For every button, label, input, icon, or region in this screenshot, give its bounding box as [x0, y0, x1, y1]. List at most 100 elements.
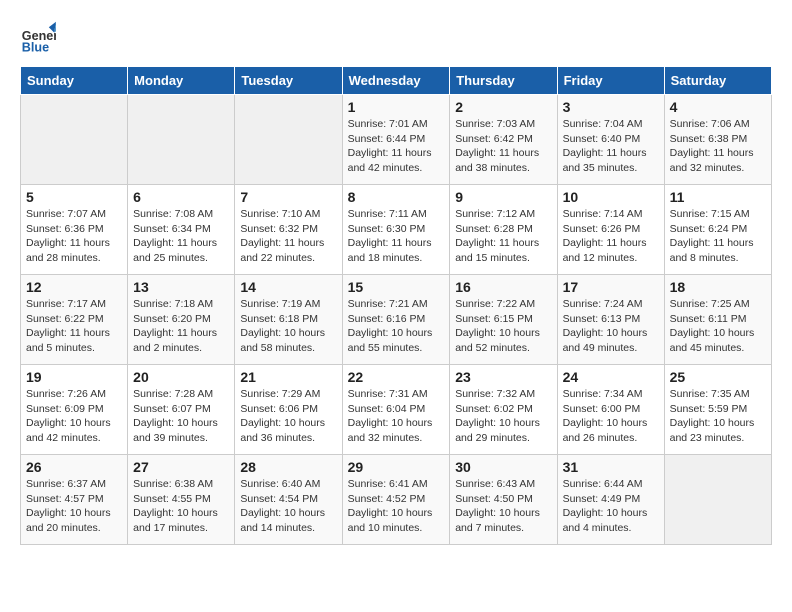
calendar-cell [128, 95, 235, 185]
weekday-header: Wednesday [342, 67, 450, 95]
calendar-cell: 2 Sunrise: 7:03 AM Sunset: 6:42 PM Daylig… [450, 95, 557, 185]
day-info: Sunrise: 6:38 AM Sunset: 4:55 PM Dayligh… [133, 477, 229, 536]
calendar-cell: 11 Sunrise: 7:15 AM Sunset: 6:24 PM Dayli… [664, 185, 771, 275]
day-info: Sunrise: 7:22 AM Sunset: 6:15 PM Dayligh… [455, 297, 551, 356]
day-number: 27 [133, 459, 229, 475]
calendar-cell: 26 Sunrise: 6:37 AM Sunset: 4:57 PM Dayli… [21, 455, 128, 545]
day-info: Sunrise: 7:15 AM Sunset: 6:24 PM Dayligh… [670, 207, 766, 266]
logo: General Blue [20, 20, 60, 56]
day-number: 30 [455, 459, 551, 475]
day-number: 3 [563, 99, 659, 115]
calendar-cell: 31Sunrise: 6:44 AM Sunset: 4:49 PM Dayli… [557, 455, 664, 545]
day-info: Sunrise: 7:04 AM Sunset: 6:40 PM Dayligh… [563, 117, 659, 176]
calendar-table: SundayMondayTuesdayWednesdayThursdayFrid… [20, 66, 772, 545]
day-info: Sunrise: 6:44 AM Sunset: 4:49 PM Dayligh… [563, 477, 659, 536]
calendar-cell: 13Sunrise: 7:18 AM Sunset: 6:20 PM Dayli… [128, 275, 235, 365]
day-number: 7 [240, 189, 336, 205]
day-number: 12 [26, 279, 122, 295]
day-number: 26 [26, 459, 122, 475]
day-info: Sunrise: 7:28 AM Sunset: 6:07 PM Dayligh… [133, 387, 229, 446]
day-number: 24 [563, 369, 659, 385]
day-info: Sunrise: 7:12 AM Sunset: 6:28 PM Dayligh… [455, 207, 551, 266]
day-info: Sunrise: 6:40 AM Sunset: 4:54 PM Dayligh… [240, 477, 336, 536]
day-info: Sunrise: 7:21 AM Sunset: 6:16 PM Dayligh… [348, 297, 445, 356]
day-number: 5 [26, 189, 122, 205]
day-number: 9 [455, 189, 551, 205]
calendar-cell: 27 Sunrise: 6:38 AM Sunset: 4:55 PM Dayli… [128, 455, 235, 545]
calendar-cell: 22 Sunrise: 7:31 AM Sunset: 6:04 PM Dayli… [342, 365, 450, 455]
day-info: Sunrise: 7:29 AM Sunset: 6:06 PM Dayligh… [240, 387, 336, 446]
day-info: Sunrise: 7:19 AM Sunset: 6:18 PM Dayligh… [240, 297, 336, 356]
day-info: Sunrise: 7:08 AM Sunset: 6:34 PM Dayligh… [133, 207, 229, 266]
calendar-cell [235, 95, 342, 185]
day-info: Sunrise: 6:41 AM Sunset: 4:52 PM Dayligh… [348, 477, 445, 536]
calendar-cell: 17 Sunrise: 7:24 AM Sunset: 6:13 PM Dayli… [557, 275, 664, 365]
day-info: Sunrise: 7:17 AM Sunset: 6:22 PM Dayligh… [26, 297, 122, 356]
day-info: Sunrise: 7:11 AM Sunset: 6:30 PM Dayligh… [348, 207, 445, 266]
calendar-cell: 4Sunrise: 7:06 AM Sunset: 6:38 PM Daylig… [664, 95, 771, 185]
day-info: Sunrise: 7:10 AM Sunset: 6:32 PM Dayligh… [240, 207, 336, 266]
weekday-header: Tuesday [235, 67, 342, 95]
weekday-header: Thursday [450, 67, 557, 95]
day-number: 22 [348, 369, 445, 385]
calendar-cell: 6 Sunrise: 7:08 AM Sunset: 6:34 PM Daylig… [128, 185, 235, 275]
calendar-cell: 28 Sunrise: 6:40 AM Sunset: 4:54 PM Dayli… [235, 455, 342, 545]
day-number: 25 [670, 369, 766, 385]
calendar-cell: 5 Sunrise: 7:07 AM Sunset: 6:36 PM Daylig… [21, 185, 128, 275]
day-number: 16 [455, 279, 551, 295]
calendar-cell: 25Sunrise: 7:35 AM Sunset: 5:59 PM Dayli… [664, 365, 771, 455]
calendar-cell: 1 Sunrise: 7:01 AM Sunset: 6:44 PM Daylig… [342, 95, 450, 185]
day-info: Sunrise: 7:31 AM Sunset: 6:04 PM Dayligh… [348, 387, 445, 446]
calendar-week-row: 26 Sunrise: 6:37 AM Sunset: 4:57 PM Dayli… [21, 455, 772, 545]
day-number: 1 [348, 99, 445, 115]
calendar-cell: 12 Sunrise: 7:17 AM Sunset: 6:22 PM Dayli… [21, 275, 128, 365]
day-info: Sunrise: 7:07 AM Sunset: 6:36 PM Dayligh… [26, 207, 122, 266]
day-info: Sunrise: 6:37 AM Sunset: 4:57 PM Dayligh… [26, 477, 122, 536]
day-number: 20 [133, 369, 229, 385]
calendar-week-row: 5 Sunrise: 7:07 AM Sunset: 6:36 PM Daylig… [21, 185, 772, 275]
calendar-cell [21, 95, 128, 185]
calendar-cell: 30 Sunrise: 6:43 AM Sunset: 4:50 PM Dayli… [450, 455, 557, 545]
calendar-cell: 16 Sunrise: 7:22 AM Sunset: 6:15 PM Dayli… [450, 275, 557, 365]
day-info: Sunrise: 7:01 AM Sunset: 6:44 PM Dayligh… [348, 117, 445, 176]
calendar-cell: 23Sunrise: 7:32 AM Sunset: 6:02 PM Dayli… [450, 365, 557, 455]
day-info: Sunrise: 7:25 AM Sunset: 6:11 PM Dayligh… [670, 297, 766, 356]
calendar-week-row: 12 Sunrise: 7:17 AM Sunset: 6:22 PM Dayli… [21, 275, 772, 365]
day-number: 2 [455, 99, 551, 115]
day-number: 17 [563, 279, 659, 295]
day-number: 28 [240, 459, 336, 475]
day-info: Sunrise: 7:24 AM Sunset: 6:13 PM Dayligh… [563, 297, 659, 356]
logo-icon: General Blue [20, 20, 56, 56]
day-number: 18 [670, 279, 766, 295]
weekday-header: Friday [557, 67, 664, 95]
calendar-cell: 8 Sunrise: 7:11 AM Sunset: 6:30 PM Daylig… [342, 185, 450, 275]
calendar-cell: 10Sunrise: 7:14 AM Sunset: 6:26 PM Dayli… [557, 185, 664, 275]
calendar-cell: 15 Sunrise: 7:21 AM Sunset: 6:16 PM Dayli… [342, 275, 450, 365]
calendar-cell: 7 Sunrise: 7:10 AM Sunset: 6:32 PM Daylig… [235, 185, 342, 275]
weekday-header-row: SundayMondayTuesdayWednesdayThursdayFrid… [21, 67, 772, 95]
day-info: Sunrise: 7:03 AM Sunset: 6:42 PM Dayligh… [455, 117, 551, 176]
day-info: Sunrise: 6:43 AM Sunset: 4:50 PM Dayligh… [455, 477, 551, 536]
calendar-cell: 29 Sunrise: 6:41 AM Sunset: 4:52 PM Dayli… [342, 455, 450, 545]
calendar-cell: 18 Sunrise: 7:25 AM Sunset: 6:11 PM Dayli… [664, 275, 771, 365]
day-number: 29 [348, 459, 445, 475]
calendar-cell: 9 Sunrise: 7:12 AM Sunset: 6:28 PM Daylig… [450, 185, 557, 275]
weekday-header: Sunday [21, 67, 128, 95]
day-number: 14 [240, 279, 336, 295]
day-info: Sunrise: 7:26 AM Sunset: 6:09 PM Dayligh… [26, 387, 122, 446]
calendar-week-row: 19Sunrise: 7:26 AM Sunset: 6:09 PM Dayli… [21, 365, 772, 455]
day-number: 8 [348, 189, 445, 205]
day-number: 6 [133, 189, 229, 205]
calendar-cell [664, 455, 771, 545]
day-number: 11 [670, 189, 766, 205]
page-header: General Blue [20, 20, 772, 56]
calendar-cell: 24Sunrise: 7:34 AM Sunset: 6:00 PM Dayli… [557, 365, 664, 455]
day-number: 13 [133, 279, 229, 295]
day-info: Sunrise: 7:14 AM Sunset: 6:26 PM Dayligh… [563, 207, 659, 266]
weekday-header: Saturday [664, 67, 771, 95]
day-number: 15 [348, 279, 445, 295]
calendar-cell: 20 Sunrise: 7:28 AM Sunset: 6:07 PM Dayli… [128, 365, 235, 455]
weekday-header: Monday [128, 67, 235, 95]
svg-text:Blue: Blue [22, 41, 49, 55]
calendar-week-row: 1 Sunrise: 7:01 AM Sunset: 6:44 PM Daylig… [21, 95, 772, 185]
